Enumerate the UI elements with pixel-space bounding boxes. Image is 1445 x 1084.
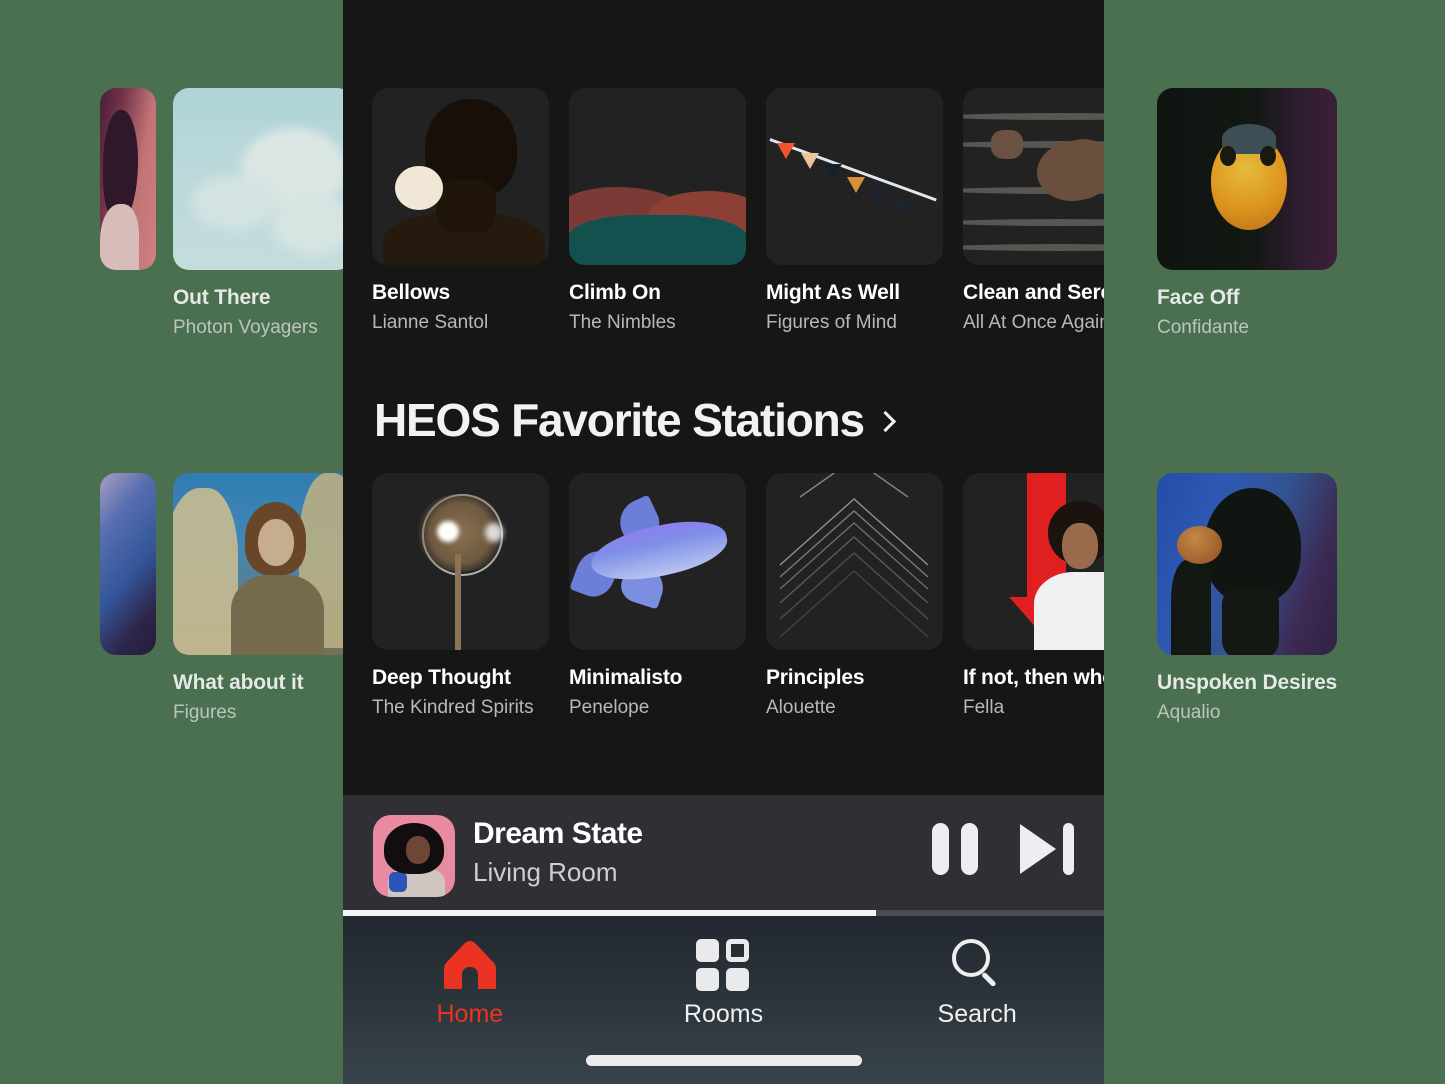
card-title: Deep Thought [372, 666, 511, 689]
card-artist: Lianne Santol [372, 312, 489, 333]
card-artist: Figures of Mind [766, 312, 897, 333]
home-icon [442, 936, 498, 994]
card-artist: The Nimbles [569, 312, 676, 333]
album-art [173, 88, 353, 270]
now-playing-album-art [373, 815, 455, 897]
card-artist: Alouette [766, 697, 836, 718]
home-indicator[interactable] [585, 1055, 862, 1066]
album-art [372, 88, 549, 265]
card-minimalisto[interactable]: Minimalisto Penelope [569, 473, 746, 719]
card-bellows[interactable]: Bellows Lianne Santol [372, 88, 549, 334]
album-art [1157, 473, 1337, 655]
now-playing-room: Living Room [473, 857, 618, 887]
card-title: Principles [766, 666, 865, 689]
now-playing-text: Dream State Living Room [473, 817, 643, 888]
card-artist: Confidante [1157, 317, 1249, 338]
card-artist: Fella [963, 697, 1005, 718]
tab-search[interactable]: Search [892, 936, 1062, 1029]
card-if-not-then-when[interactable]: If not, then when? Fella [963, 473, 1104, 719]
card-climb-on[interactable]: Climb On The Nimbles [569, 88, 746, 334]
album-art [766, 88, 943, 265]
card-artist: The Kindred Spirits [372, 697, 534, 718]
card-what-about-it[interactable]: What about it Figures [173, 473, 353, 724]
card-title: Minimalisto [569, 666, 683, 689]
tab-rooms[interactable]: Rooms [638, 936, 808, 1029]
edge-peek-row1-left[interactable] [100, 88, 156, 270]
now-playing-bar[interactable]: Dream State Living Room [343, 795, 1104, 916]
album-art [569, 473, 746, 650]
card-clean-and-serene[interactable]: Clean and Serene All At Once Again [963, 88, 1104, 334]
card-row-top: Bellows Lianne Santol Climb On The Nimbl… [343, 88, 1104, 338]
card-artist: All At Once Again [963, 312, 1104, 333]
card-face-off[interactable]: Face Off Confidante [1157, 88, 1337, 339]
card-title: Face Off [1157, 286, 1240, 309]
phone-frame: Bellows Lianne Santol Climb On The Nimbl… [343, 0, 1104, 1084]
card-artist: Penelope [569, 697, 650, 718]
tab-home[interactable]: Home [385, 936, 555, 1029]
tab-label: Search [937, 1000, 1017, 1028]
card-title: Bellows [372, 281, 450, 304]
tab-label: Rooms [683, 1000, 764, 1028]
card-title: Unspoken Desires [1157, 671, 1338, 694]
album-art [173, 473, 353, 655]
card-might-as-well[interactable]: Might As Well Figures of Mind [766, 88, 943, 334]
card-row-heos-stations: Deep Thought The Kindred Spirits Minimal… [343, 473, 1104, 723]
album-art [100, 473, 156, 655]
card-title: If not, then when? [963, 666, 1104, 689]
section-heading-heos-favorite-stations[interactable]: HEOS Favorite Stations [374, 393, 891, 447]
card-title: Clean and Serene [963, 281, 1104, 304]
album-art [569, 88, 746, 265]
card-title: Might As Well [766, 281, 900, 304]
grid-icon [696, 936, 750, 994]
album-art [100, 88, 156, 270]
pause-button[interactable] [930, 823, 980, 875]
card-title: What about it [173, 671, 304, 694]
search-icon [950, 936, 1004, 994]
card-artist: Figures [173, 702, 237, 723]
album-art [372, 473, 549, 650]
card-title: Out There [173, 286, 271, 309]
section-title: HEOS Favorite Stations [374, 394, 865, 446]
card-title: Climb On [569, 281, 661, 304]
album-art [766, 473, 943, 650]
next-track-button[interactable] [1020, 823, 1074, 875]
scroll-content[interactable]: Bellows Lianne Santol Climb On The Nimbl… [343, 0, 1104, 795]
card-artist: Aqualio [1157, 702, 1221, 723]
album-art [963, 473, 1104, 650]
card-unspoken-desires[interactable]: Unspoken Desires Aqualio [1157, 473, 1337, 724]
card-out-there[interactable]: Out There Photon Voyagers [173, 88, 353, 339]
now-playing-controls [930, 823, 1074, 875]
tab-label: Home [436, 1000, 504, 1028]
now-playing-title: Dream State [473, 817, 643, 850]
chevron-right-icon [878, 411, 891, 434]
app-stage: Out There Photon Voyagers Face Off Confi… [0, 0, 1445, 1084]
card-principles[interactable]: Principles Alouette [766, 473, 943, 719]
card-deep-thought[interactable]: Deep Thought The Kindred Spirits [372, 473, 549, 719]
bottom-tab-bar: Home Rooms Search [343, 916, 1104, 1084]
edge-peek-row2-left[interactable] [100, 473, 156, 655]
card-artist: Photon Voyagers [173, 317, 318, 338]
album-art [1157, 88, 1337, 270]
album-art [963, 88, 1104, 265]
